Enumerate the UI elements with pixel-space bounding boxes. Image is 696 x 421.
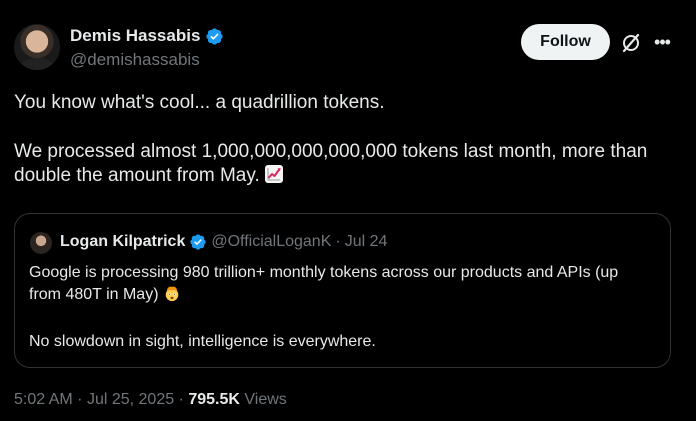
verified-badge-icon: [190, 234, 207, 250]
quoted-date[interactable]: Jul 24: [345, 233, 388, 251]
exploding-head-emoji-icon: [165, 286, 179, 302]
quoted-avatar[interactable]: [30, 232, 52, 254]
author-name-row: Demis Hassabis: [70, 26, 224, 46]
tweet-meta: 5:02 AM · Jul 25, 2025 · 795.5K Views: [14, 391, 287, 409]
tweet-paragraph-1: You know what's cool... a quadrillion to…: [14, 92, 385, 113]
meta-separator: ·: [178, 391, 184, 408]
views-count[interactable]: 795.5K: [188, 391, 240, 408]
grok-icon[interactable]: [619, 31, 643, 55]
meta-separator: ·: [77, 391, 83, 408]
quoted-display-name[interactable]: Logan Kilpatrick: [60, 233, 185, 251]
quoted-text: Google is processing 980 trillion+ month…: [29, 262, 654, 353]
quoted-line-1-container: Google is processing 980 trillion+ month…: [29, 262, 654, 306]
quoted-separator: ·: [335, 233, 341, 250]
quoted-handle[interactable]: @OfficialLoganK: [211, 233, 331, 251]
tweet-paragraph-2-container: We processed almost 1,000,000,000,000,00…: [14, 140, 682, 188]
tweet-paragraph-2: We processed almost 1,000,000,000,000,00…: [14, 141, 648, 186]
author-handle[interactable]: @demishassabis: [70, 50, 224, 70]
quoted-header: Logan Kilpatrick @OfficialLoganK · Jul 2…: [60, 233, 387, 251]
tweet: Demis Hassabis @demishassabis Follow •••…: [0, 0, 696, 421]
follow-button[interactable]: Follow: [521, 24, 610, 60]
avatar-shirt: [20, 58, 54, 70]
views-label: Views: [244, 391, 287, 408]
tweet-time[interactable]: 5:02 AM: [14, 391, 73, 408]
quoted-line-1: Google is processing 980 trillion+ month…: [29, 264, 619, 303]
tweet-date[interactable]: Jul 25, 2025: [87, 391, 174, 408]
chart-increasing-emoji-icon: [264, 165, 283, 183]
verified-badge-icon: [206, 27, 224, 45]
more-icon[interactable]: •••: [651, 31, 673, 53]
tweet-text: You know what's cool... a quadrillion to…: [14, 91, 682, 188]
avatar[interactable]: [14, 24, 60, 70]
author-block: Demis Hassabis @demishassabis: [70, 26, 224, 70]
quoted-line-2: No slowdown in sight, intelligence is ev…: [29, 333, 376, 350]
author-display-name[interactable]: Demis Hassabis: [70, 26, 200, 46]
quoted-tweet[interactable]: Logan Kilpatrick @OfficialLoganK · Jul 2…: [14, 213, 671, 368]
